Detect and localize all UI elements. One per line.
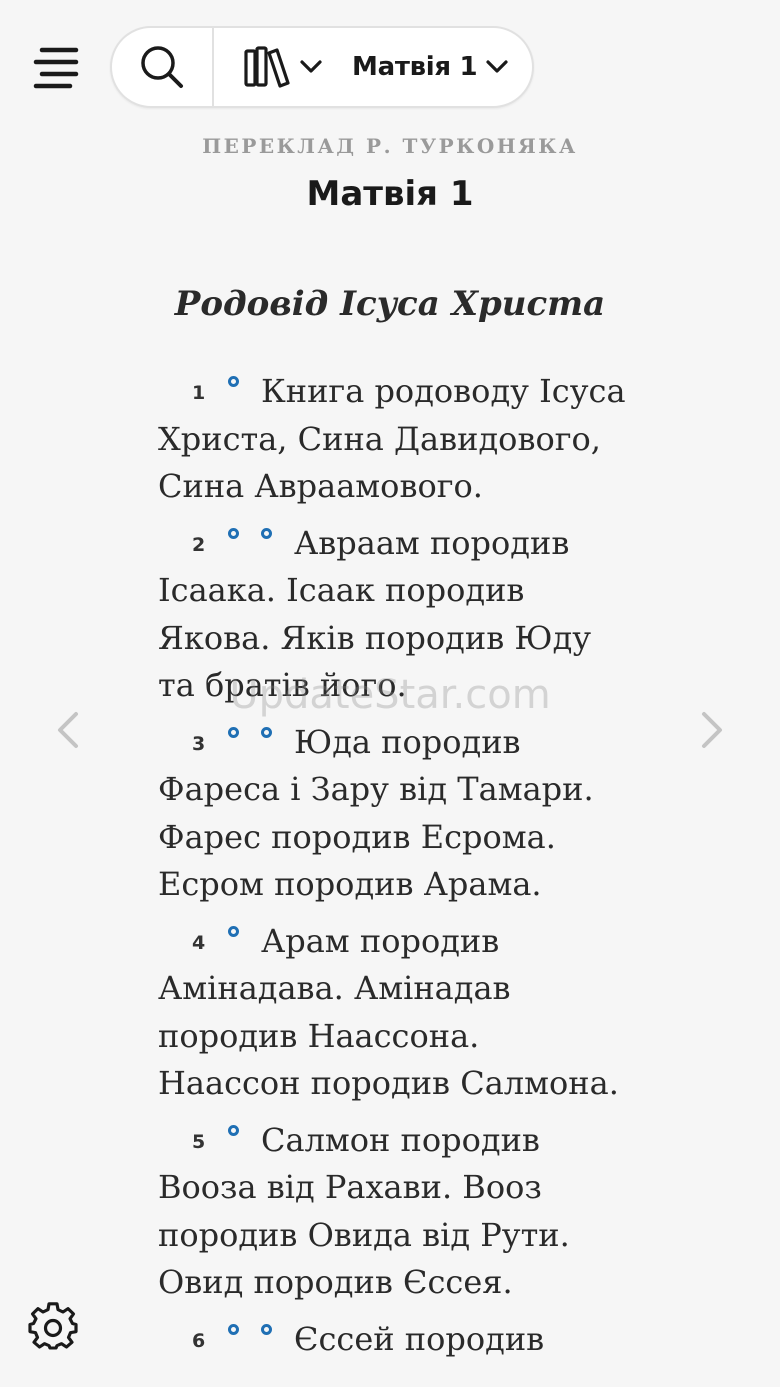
chevron-down-icon [486, 60, 508, 73]
chevron-down-icon [300, 60, 322, 73]
verse-number: 6 [192, 1329, 206, 1352]
settings-button[interactable] [28, 1302, 78, 1352]
footnote-marker-icon[interactable] [228, 527, 239, 539]
footnote-marker-icon[interactable] [228, 726, 239, 738]
footnote-marker-icon[interactable] [228, 376, 239, 387]
top-toolbar: Матвія 1 [110, 26, 534, 108]
footnote-marker-icon[interactable] [228, 1323, 239, 1335]
search-button[interactable] [112, 28, 214, 106]
book-chapter-selector[interactable]: Матвія 1 [342, 28, 532, 106]
verse: 4 Арам породив Амінадава. Амінадав породи… [158, 918, 628, 1108]
library-icon [244, 46, 290, 88]
chevron-right-icon [702, 712, 722, 748]
verse-text: Єссей породив [294, 1319, 545, 1358]
verse-text: Книга родоводу Ісуса Христа, Сина Давидо… [158, 372, 626, 505]
verse-number: 3 [192, 732, 206, 755]
chapter-title: Матвія 1 [306, 174, 474, 214]
verse-number: 1 [192, 382, 206, 404]
chevron-left-icon [58, 712, 78, 748]
section-heading: Родовід Ісуса Христа [174, 284, 606, 324]
gear-icon [28, 1302, 78, 1350]
menu-button[interactable] [32, 44, 82, 94]
footnote-marker-icon[interactable] [228, 1124, 239, 1136]
book-chapter-label: Матвія 1 [352, 52, 478, 82]
verse: 1 Книга родоводу Ісуса Христа, Сина Давид… [158, 368, 628, 511]
footnote-marker-icon[interactable] [261, 1323, 272, 1335]
search-icon [141, 46, 183, 88]
next-chapter-button[interactable] [696, 708, 728, 752]
verse: 3 Юда породив Фареса і Зару від Тамари. Ф… [158, 719, 628, 909]
verse: 6 Єссей породив [158, 1316, 628, 1364]
verse: 5 Салмон породив Вооза від Рахави. Вооз п… [158, 1117, 628, 1307]
verse: 2 Авраам породив Ісаака. Ісаак породив Як… [158, 520, 628, 710]
verse-number: 5 [192, 1130, 206, 1153]
footnote-marker-icon[interactable] [261, 726, 272, 738]
verse-list: 1 Книга родоводу Ісуса Христа, Сина Давид… [158, 368, 628, 1372]
footnote-marker-icon[interactable] [228, 925, 239, 937]
footnote-marker-icon[interactable] [261, 527, 272, 539]
version-label: ПЕРЕКЛАД Р. ТУРКОНЯКА [202, 134, 578, 158]
verse-number: 4 [192, 931, 206, 954]
menu-icon [33, 47, 79, 89]
library-button[interactable] [214, 28, 342, 106]
verse-number: 2 [192, 533, 206, 556]
previous-chapter-button[interactable] [52, 708, 84, 752]
